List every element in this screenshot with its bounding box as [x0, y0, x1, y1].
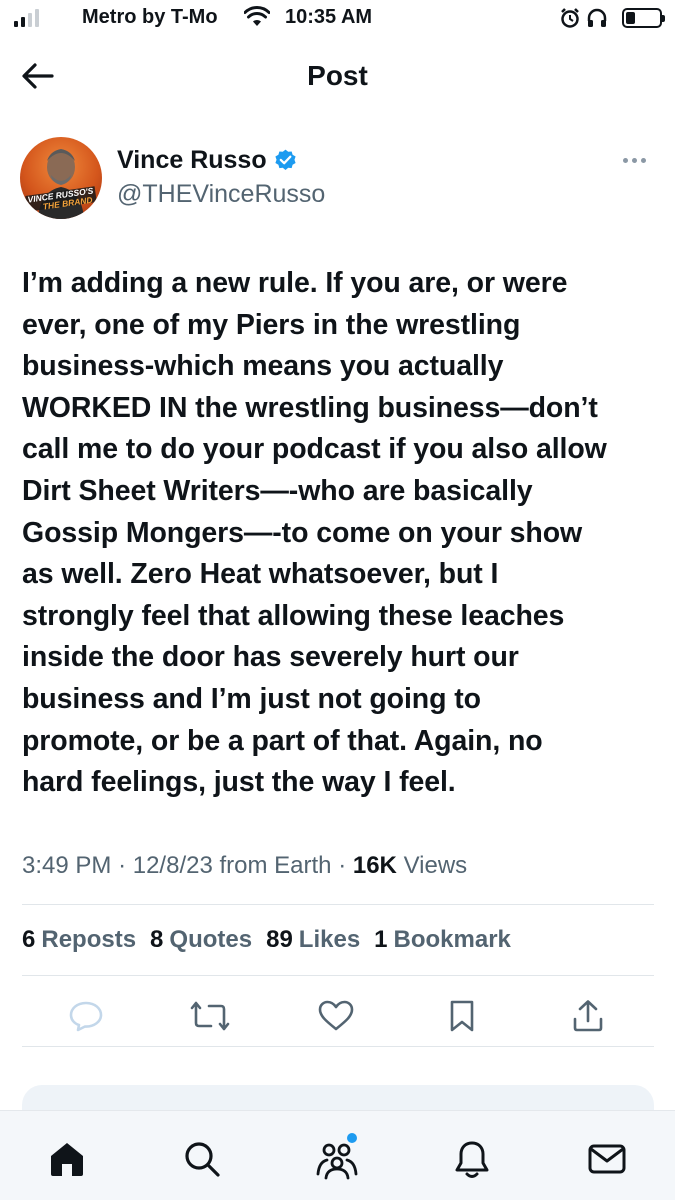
notification-dot — [347, 1133, 357, 1143]
stat-quotes[interactable]: 8 Quotes — [150, 926, 252, 954]
action-bar — [0, 996, 675, 1036]
signal-icon — [14, 9, 39, 27]
messages-icon[interactable] — [585, 1137, 629, 1181]
post-text-line: inside the door has severely hurt our — [22, 641, 519, 674]
divider — [22, 904, 654, 905]
post-header: Post — [0, 48, 675, 104]
author-name[interactable]: Vince Russo — [117, 146, 298, 175]
divider — [22, 1046, 654, 1047]
battery-level — [626, 12, 635, 24]
like-icon[interactable] — [316, 996, 356, 1036]
post-date: 12/8/23 — [132, 852, 213, 879]
post-time: 3:49 PM — [22, 852, 112, 879]
bookmark-icon[interactable] — [442, 996, 482, 1036]
meta-separator: · — [118, 852, 127, 879]
author-name-text: Vince Russo — [117, 146, 267, 174]
author-handle[interactable]: @THEVinceRusso — [117, 180, 325, 209]
stat-likes[interactable]: 89 Likes — [266, 926, 360, 954]
bottom-tab-bar — [0, 1110, 675, 1200]
stat-bookmarks[interactable]: 1 Bookmark — [374, 926, 511, 954]
more-options-icon[interactable] — [623, 158, 646, 163]
battery-icon — [622, 8, 665, 28]
communities-icon[interactable] — [315, 1133, 359, 1181]
avatar-image: VINCE RUSSO'S THE BRAND — [25, 149, 97, 219]
post-text-line: business and I’m just not going to — [22, 682, 481, 715]
post-text-line: strongly feel that allowing these leache… — [22, 599, 565, 632]
post-text-line: Dirt Sheet Writers—-who are basically — [22, 474, 533, 507]
headphones-icon — [587, 8, 607, 27]
home-icon[interactable] — [45, 1137, 89, 1181]
share-icon[interactable] — [568, 996, 608, 1036]
verified-badge-icon — [275, 149, 296, 170]
status-time: 10:35 AM — [285, 6, 373, 28]
status-bar: Metro by T-Mo 10:35 AM — [0, 0, 675, 40]
divider — [22, 975, 654, 976]
carrier-name: Metro by T-Mo — [82, 6, 218, 28]
post-stats: 6 Reposts 8 Quotes 89 Likes 1 Bookmark — [22, 926, 511, 954]
post-text-line: WORKED IN the wrestling business—don’t — [22, 391, 598, 424]
views-label: Views — [403, 852, 468, 879]
post-text-line: ever, one of my Piers in the wrestling — [22, 308, 521, 341]
post-text-line: call me to do your podcast if you also a… — [22, 433, 607, 466]
search-icon[interactable] — [180, 1137, 224, 1181]
avatar[interactable]: VINCE RUSSO'S THE BRAND — [20, 137, 102, 219]
notifications-icon[interactable] — [450, 1137, 494, 1181]
post-text-line: I’m adding a new rule. If you are, or we… — [22, 267, 568, 299]
post-source: from Earth — [219, 852, 332, 879]
post-text-line: hard feelings, just the way I feel. — [22, 766, 456, 799]
post-text: I’m adding a new rule. If you are, or we… — [22, 263, 662, 804]
page-title: Post — [307, 60, 368, 91]
post-text-line: Gossip Mongers—-to come on your show — [22, 516, 583, 549]
post-text-line: business-which means you actually — [22, 350, 504, 383]
post-text-line: as well. Zero Heat whatsoever, but I — [22, 558, 499, 591]
post-text-line: promote, or be a part of that. Again, no — [22, 724, 543, 757]
views-count: 16K — [352, 852, 397, 879]
reply-icon[interactable] — [66, 996, 106, 1036]
post-meta: 3:49 PM · 12/8/23 from Earth · 16K Views — [22, 852, 467, 880]
stat-reposts[interactable]: 6 Reposts — [22, 926, 136, 954]
meta-separator: · — [338, 852, 347, 879]
alarm-icon — [561, 8, 579, 28]
wifi-icon — [244, 6, 270, 26]
repost-icon[interactable] — [190, 996, 230, 1036]
